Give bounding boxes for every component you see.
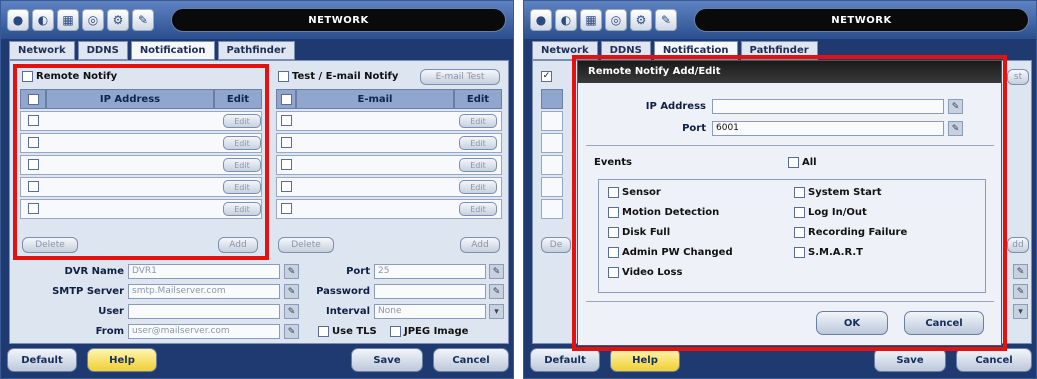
page-title: NETWORK <box>171 8 506 32</box>
delete-button[interactable]: De <box>541 237 571 253</box>
port-label: Port <box>346 266 370 277</box>
email-header: E-mail <box>296 89 454 109</box>
edit-button[interactable]: Edit <box>459 114 497 128</box>
interval-label: Interval <box>325 306 370 317</box>
port-field[interactable]: 25 <box>374 264 486 279</box>
device-icon[interactable]: ⚙ <box>630 9 652 31</box>
use-tls-label: Use TLS <box>332 326 377 337</box>
email-notify-row: Test / E-mail Notify <box>278 71 398 82</box>
system-icon[interactable]: ✎ <box>132 9 154 31</box>
use-tls-checkbox[interactable] <box>318 326 329 337</box>
edit-icon[interactable]: ✎ <box>284 264 299 279</box>
table-row: Edit <box>276 199 502 219</box>
password-field[interactable] <box>374 284 486 299</box>
edit-icon[interactable]: ✎ <box>284 284 299 299</box>
smtp-server-field[interactable]: smtp.Mailserver.com <box>128 284 280 299</box>
help-button[interactable]: Help <box>610 348 680 372</box>
table-row <box>541 133 563 153</box>
email-select-header <box>276 89 296 109</box>
table-row: Edit <box>276 177 502 197</box>
user-field[interactable] <box>128 304 280 319</box>
calendar-icon[interactable]: ▦ <box>57 9 79 31</box>
save-button[interactable]: Save <box>874 348 946 372</box>
edit-icon[interactable]: ✎ <box>284 304 299 319</box>
table-row: Edit <box>276 155 502 175</box>
edit-button[interactable]: Edit <box>459 158 497 172</box>
edit-header: Edit <box>454 89 502 109</box>
default-button[interactable]: Default <box>7 348 77 372</box>
edit-icon[interactable]: ✎ <box>284 324 299 339</box>
email-notify-checkbox[interactable] <box>278 71 289 82</box>
network-icon[interactable]: ◎ <box>82 9 104 31</box>
record-icon[interactable]: ● <box>530 9 552 31</box>
edit-icon[interactable]: ✎ <box>1013 284 1028 299</box>
jpeg-checkbox[interactable] <box>390 326 401 337</box>
table-row <box>541 199 563 219</box>
device-icon[interactable]: ⚙ <box>107 9 129 31</box>
email-delete-button[interactable]: Delete <box>278 237 334 253</box>
email-notify-label: Test / E-mail Notify <box>292 71 399 82</box>
cancel-button[interactable]: Cancel <box>433 348 509 372</box>
from-field[interactable]: user@mailserver.com <box>128 324 280 339</box>
help-button[interactable]: Help <box>87 348 157 372</box>
jpeg-row: JPEG Image <box>390 326 468 337</box>
table-row <box>541 111 563 131</box>
dropdown-icon[interactable]: ▾ <box>489 304 504 319</box>
system-icon[interactable]: ✎ <box>655 9 677 31</box>
table-row: Edit <box>276 133 502 153</box>
edit-button[interactable]: Edit <box>459 136 497 150</box>
network-icon[interactable]: ◎ <box>605 9 627 31</box>
remote-notify-row: ✓ <box>541 71 552 82</box>
edit-button[interactable]: Edit <box>459 202 497 216</box>
use-tls-row: Use TLS <box>318 326 377 337</box>
edit-button[interactable]: Edit <box>459 180 497 194</box>
from-label: From <box>95 326 124 337</box>
password-label: Password <box>316 286 370 297</box>
email-add-button[interactable]: Add <box>460 237 500 253</box>
remote-notify-checkbox[interactable]: ✓ <box>541 71 552 82</box>
cancel-button[interactable]: Cancel <box>956 348 1032 372</box>
toolbar: ● ◐ ▦ ◎ ⚙ ✎ NETWORK <box>1 1 513 39</box>
tab-ddns[interactable]: DDNS <box>77 41 128 60</box>
tab-network[interactable]: Network <box>9 41 75 60</box>
toolbar: ● ◐ ▦ ◎ ⚙ ✎ NETWORK <box>524 1 1036 39</box>
dvr-name-label: DVR Name <box>64 266 124 277</box>
tab-notification[interactable]: Notification <box>130 41 215 60</box>
highlight-box <box>572 55 1007 351</box>
save-button[interactable]: Save <box>351 348 423 372</box>
default-button[interactable]: Default <box>530 348 600 372</box>
table-row <box>541 155 563 175</box>
ip-select-header <box>541 89 563 109</box>
tab-pathfinder[interactable]: Pathfinder <box>217 41 295 60</box>
calendar-icon[interactable]: ▦ <box>580 9 602 31</box>
record-icon[interactable]: ● <box>7 9 29 31</box>
highlight-box <box>13 64 269 260</box>
email-test-button[interactable]: st <box>1007 69 1029 85</box>
display-icon[interactable]: ◐ <box>32 9 54 31</box>
dvr-name-field[interactable]: DVR1 <box>128 264 280 279</box>
dropdown-icon[interactable]: ▾ <box>1013 304 1028 319</box>
jpeg-label: JPEG Image <box>404 326 469 337</box>
add-button[interactable]: dd <box>1007 237 1029 253</box>
edit-icon[interactable]: ✎ <box>489 264 504 279</box>
smtp-server-label: SMTP Server <box>52 286 124 297</box>
user-label: User <box>98 306 124 317</box>
table-row: Edit <box>276 111 502 131</box>
table-row <box>541 177 563 197</box>
email-test-button[interactable]: E-mail Test <box>420 69 500 85</box>
edit-icon[interactable]: ✎ <box>1013 264 1028 279</box>
tab-bar: Network DDNS Notification Pathfinder <box>9 41 298 60</box>
page-title: NETWORK <box>694 8 1029 32</box>
interval-select[interactable]: None <box>374 304 486 319</box>
display-icon[interactable]: ◐ <box>555 9 577 31</box>
edit-icon[interactable]: ✎ <box>489 284 504 299</box>
